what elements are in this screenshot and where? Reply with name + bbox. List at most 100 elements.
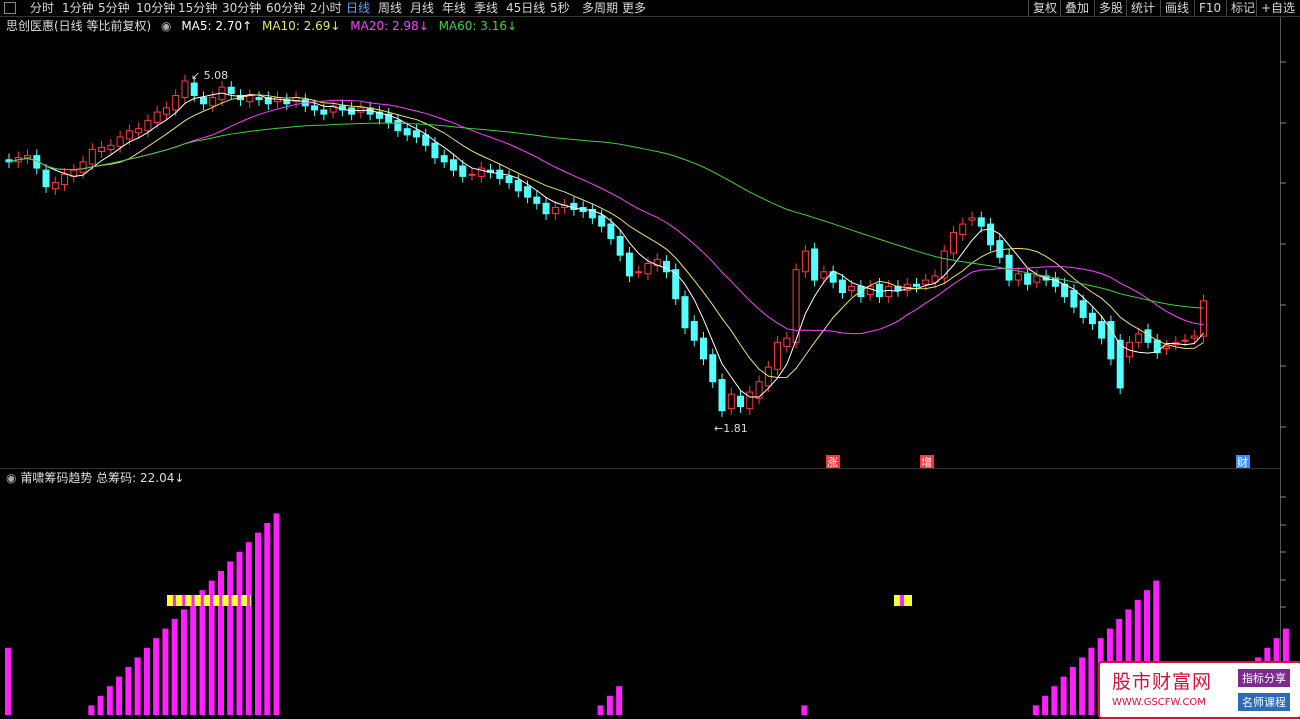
candle-body [394, 119, 402, 132]
candlestick-chart[interactable]: ↙ 5.08 ←1.81 涨 增 财 [0, 0, 1300, 718]
candle-body [866, 285, 874, 296]
yellow-band-gap [900, 595, 904, 606]
candle-body [1163, 345, 1170, 350]
candle-body [1014, 273, 1022, 281]
candle-body [1190, 335, 1198, 339]
indicator-bar [1060, 676, 1067, 715]
candle-body [922, 279, 930, 285]
candle-body [616, 236, 624, 256]
candle-body [1153, 339, 1161, 354]
candle-body [838, 279, 846, 294]
watermark-main: 股市财富网 [1112, 671, 1213, 693]
indicator-bar [180, 609, 187, 715]
candle-body [311, 105, 319, 111]
candle-body [1116, 339, 1124, 389]
candle-body [912, 283, 920, 287]
candle-body [107, 144, 115, 150]
yellow-band-gap [237, 595, 241, 606]
indicator-bar [116, 676, 123, 715]
yellow-band-gap [173, 595, 176, 606]
indicator-bar [255, 532, 262, 715]
candle-body [885, 285, 893, 298]
candle-body [662, 260, 670, 273]
candle-body [61, 173, 69, 186]
candle-body [144, 119, 152, 132]
candle-body [737, 395, 745, 408]
candle-body [524, 186, 532, 198]
candle-body [774, 341, 782, 370]
high-price-label: ↙ 5.08 [191, 69, 228, 82]
candle-body [24, 155, 32, 159]
watermark-tag-course: 名师课程 [1238, 693, 1290, 711]
candle-body [1024, 273, 1032, 285]
candle-body [625, 252, 633, 277]
candle-body [542, 202, 550, 215]
candle-body [746, 391, 754, 410]
indicator-bar [190, 599, 197, 715]
candle-body [635, 271, 643, 274]
indicator-bar [227, 561, 234, 715]
candle-body [709, 354, 717, 383]
candle-body [79, 161, 87, 173]
yellow-band-gap [247, 595, 251, 606]
candle-body [681, 296, 689, 329]
yellow-band-gap [182, 595, 186, 606]
indicator-bar [162, 628, 169, 715]
candle-body [1200, 300, 1208, 337]
watermark-tag-share: 指标分享 [1238, 669, 1290, 687]
ma5-line [8, 92, 1204, 398]
candle-body [255, 97, 263, 101]
indicator-bar [134, 657, 141, 715]
indicator-bar [1051, 686, 1058, 715]
candle-body [153, 111, 161, 123]
candle-body [412, 130, 420, 138]
candle-body [1079, 300, 1087, 318]
candle-body [51, 182, 59, 190]
event-marker-zeng: 增 [921, 455, 932, 469]
candle-body [440, 155, 448, 163]
yellow-band-gap [191, 595, 195, 606]
indicator-bar [1032, 705, 1039, 715]
candle-body [607, 223, 615, 240]
indicator-bar [1088, 647, 1095, 715]
candle-body [533, 196, 541, 204]
candle-body [98, 146, 106, 152]
indicator-bar [153, 638, 160, 715]
indicator-bar [171, 619, 178, 715]
candle-body [1033, 275, 1041, 283]
indicator-bar [5, 647, 11, 715]
yellow-band-gap [200, 595, 204, 606]
candle-body [1107, 321, 1115, 360]
candle-body [505, 175, 513, 184]
indicator-bar [273, 513, 280, 715]
indicator-bar [801, 705, 808, 715]
indicator-bar [1042, 695, 1049, 715]
candle-body [431, 142, 439, 159]
indicator-bar [245, 542, 252, 715]
candle-body [1135, 333, 1143, 343]
candle-body [422, 134, 430, 146]
candle-body [42, 169, 50, 188]
indicator-bar [1079, 657, 1086, 715]
indicator-bar [125, 667, 132, 715]
low-price-label: ←1.81 [714, 422, 748, 435]
candle-body [449, 159, 457, 171]
candle-body [1181, 339, 1189, 342]
indicator-bar [199, 590, 206, 715]
candle-body [1088, 312, 1096, 325]
ma10-line [8, 94, 1204, 379]
candle-body [598, 215, 606, 227]
candle-body [700, 337, 707, 360]
candle-body [88, 148, 96, 165]
candle-body [125, 130, 133, 140]
candle-body [1070, 289, 1078, 308]
candle-body [190, 82, 198, 96]
candle-body [403, 128, 411, 136]
indicator-bar [236, 551, 243, 715]
candle-body [162, 107, 170, 115]
yellow-band-gap [219, 595, 223, 606]
yellow-band-gap [228, 595, 232, 606]
candle-body [209, 97, 217, 107]
indicator-bar [97, 695, 104, 715]
candle-body [1098, 321, 1106, 339]
